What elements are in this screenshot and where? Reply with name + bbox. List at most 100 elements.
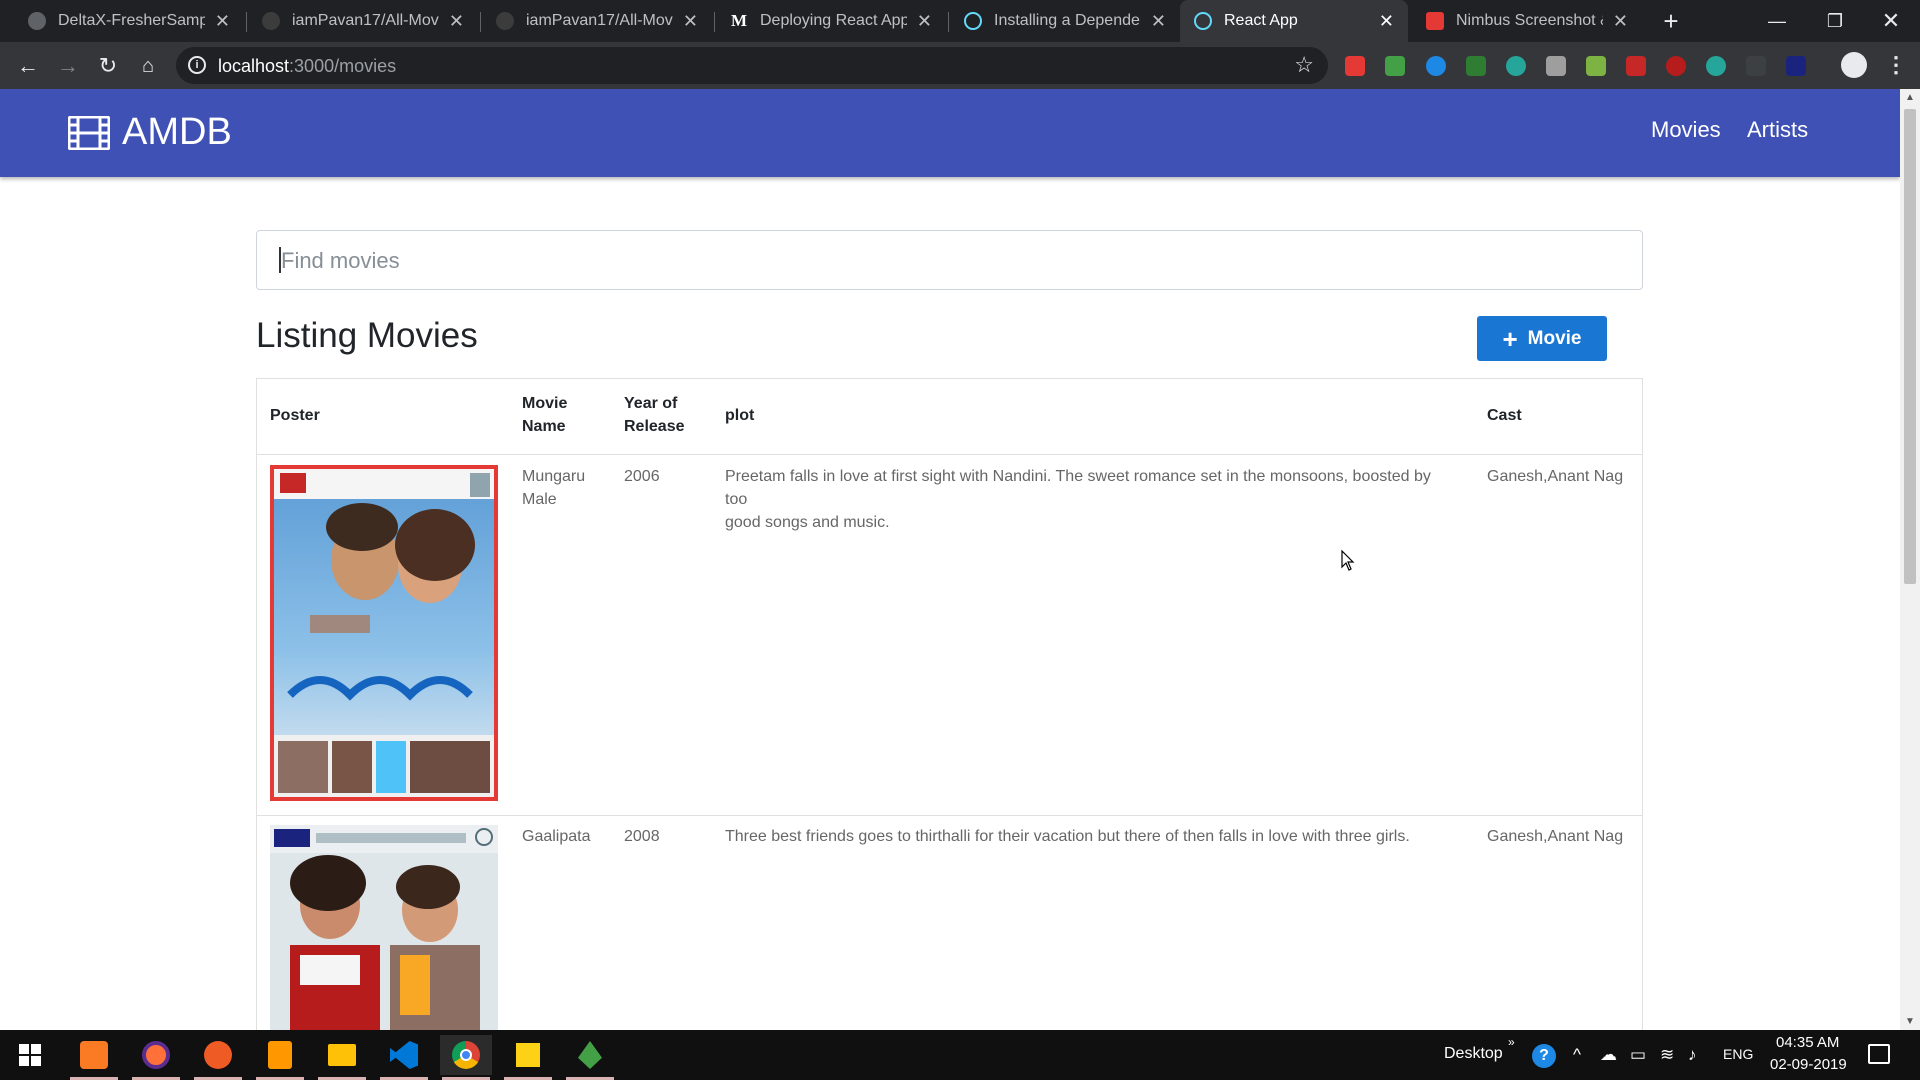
scrollbar-thumb[interactable]	[1904, 109, 1916, 584]
extension-icon[interactable]	[1546, 56, 1566, 76]
home-button[interactable]: ⌂	[132, 50, 164, 82]
header-poster: Poster	[270, 407, 320, 424]
forward-button[interactable]: →	[52, 50, 84, 82]
info-icon[interactable]: i	[188, 56, 206, 74]
sticky-notes-app[interactable]	[502, 1035, 554, 1080]
header-plot: plot	[725, 407, 755, 424]
extension-icon[interactable]	[1666, 56, 1686, 76]
close-icon[interactable]: ✕	[683, 11, 698, 32]
url-path: :3000/movies	[289, 56, 397, 76]
action-center-icon[interactable]	[1868, 1044, 1890, 1064]
sublime-icon	[268, 1041, 292, 1069]
nav-artists-link[interactable]: Artists	[1747, 117, 1808, 143]
close-icon[interactable]: ✕	[917, 11, 932, 32]
tab-title: Installing a Dependenc	[994, 12, 1141, 29]
movie-cast: Ganesh,Anant Nag	[1487, 828, 1624, 845]
add-movie-button[interactable]: + Movie	[1477, 316, 1607, 361]
vscode-app[interactable]	[378, 1035, 430, 1080]
tab-title: iamPavan17/All-Movie	[292, 12, 439, 29]
extension-icon[interactable]	[1626, 56, 1646, 76]
file-explorer-app[interactable]	[316, 1035, 368, 1080]
reload-button[interactable]: ↻	[92, 50, 124, 82]
help-icon[interactable]: ?	[1532, 1044, 1556, 1068]
browser-tab-active[interactable]: React App ✕	[1180, 0, 1408, 42]
extension-icon[interactable]	[1385, 56, 1405, 76]
close-icon[interactable]: ✕	[1379, 11, 1394, 32]
browser-tab[interactable]: iamPavan17/All-Movie ✕	[248, 0, 478, 42]
movie-plot: Preetam falls in love at first sight wit…	[725, 465, 1455, 534]
xampp-app[interactable]	[68, 1035, 120, 1080]
plot-line: Preetam falls in love at first sight wit…	[725, 468, 1431, 508]
chevron-up-icon[interactable]: ^	[1573, 1045, 1581, 1065]
volume-icon[interactable]: ♪	[1688, 1045, 1697, 1065]
tab-title: iamPavan17/All-Movie	[526, 12, 673, 29]
input-language[interactable]: ENG	[1723, 1046, 1753, 1062]
back-button[interactable]: ←	[12, 50, 44, 82]
close-icon[interactable]: ✕	[215, 11, 230, 32]
extension-icon[interactable]	[1586, 56, 1606, 76]
page-scrollbar[interactable]: ▲ ▼	[1900, 89, 1920, 1030]
search-input[interactable]: Find movies	[256, 230, 1643, 290]
restore-button[interactable]: ❐	[1806, 0, 1864, 42]
nav-movies-link[interactable]: Movies	[1651, 117, 1721, 143]
firefox-icon	[142, 1041, 170, 1069]
chrome-app[interactable]	[440, 1035, 492, 1080]
nimbus-app[interactable]	[564, 1035, 616, 1080]
clock-time[interactable]: 04:35 AM	[1776, 1034, 1839, 1051]
github-icon	[262, 12, 280, 30]
browser-tab[interactable]: Nimbus Screenshot & ✕	[1412, 0, 1642, 42]
github-icon	[28, 12, 46, 30]
windows-taskbar: Desktop » ? ^ ☁ ▭ ≋ ♪ ENG 04:35 AM 02-09…	[0, 1030, 1920, 1080]
battery-icon[interactable]: ▭	[1630, 1045, 1646, 1065]
page-title: Listing Movies	[256, 316, 478, 355]
bookmark-star-icon[interactable]: ☆	[1294, 52, 1314, 78]
header-line: Name	[522, 418, 566, 435]
desktop-toolbar-label[interactable]: Desktop	[1444, 1045, 1503, 1063]
close-icon[interactable]: ✕	[1151, 11, 1166, 32]
extension-icon[interactable]	[1506, 56, 1526, 76]
postman-app[interactable]	[192, 1035, 244, 1080]
movie-year: 2008	[624, 828, 660, 845]
extension-icon[interactable]	[1786, 56, 1806, 76]
tab-title: DeltaX-FresherSample	[58, 12, 205, 29]
extension-icon[interactable]	[1466, 56, 1486, 76]
profile-avatar[interactable]	[1841, 52, 1867, 78]
url-text[interactable]: localhost:3000/movies	[218, 56, 396, 77]
browser-tab[interactable]: M Deploying React Apps ✕	[716, 0, 946, 42]
close-icon[interactable]: ✕	[1613, 11, 1628, 32]
movie-name: Gaalipata	[522, 828, 591, 845]
start-button[interactable]	[4, 1035, 56, 1075]
clock-date[interactable]: 02-09-2019	[1770, 1056, 1847, 1073]
browser-tab[interactable]: iamPavan17/All-Movie ✕	[482, 0, 712, 42]
poster-image	[270, 465, 498, 801]
firefox-app[interactable]	[130, 1035, 182, 1080]
extension-icon[interactable]	[1706, 56, 1726, 76]
browser-tab[interactable]: DeltaX-FresherSample ✕	[14, 0, 244, 42]
wifi-icon[interactable]: ≋	[1660, 1045, 1674, 1065]
browser-tab[interactable]: Installing a Dependenc ✕	[950, 0, 1180, 42]
chevron-right-icon[interactable]: »	[1508, 1035, 1515, 1049]
movie-cast: Ganesh,Anant Nag	[1487, 468, 1624, 485]
download-icon[interactable]	[1746, 56, 1766, 76]
scroll-up-arrow-icon[interactable]: ▲	[1905, 92, 1915, 103]
close-icon[interactable]: ✕	[449, 11, 464, 32]
row-divider	[257, 815, 1642, 816]
react-icon	[964, 12, 982, 30]
browser-toolbar: ← → ↻ ⌂ i localhost:3000/movies ☆ ⋮	[0, 42, 1920, 89]
onedrive-icon[interactable]: ☁	[1600, 1045, 1617, 1065]
minimize-button[interactable]: —	[1748, 0, 1806, 42]
windows-logo-icon	[19, 1044, 41, 1066]
mouse-cursor-icon	[1341, 550, 1355, 571]
browser-menu-icon[interactable]: ⋮	[1885, 52, 1907, 78]
window-close-button[interactable]: ✕	[1862, 0, 1920, 42]
vscode-icon	[390, 1041, 418, 1069]
sublime-app[interactable]	[254, 1035, 306, 1080]
brand[interactable]: AMDB	[68, 111, 232, 154]
address-bar[interactable]: i localhost:3000/movies ☆	[176, 47, 1328, 84]
scroll-down-arrow-icon[interactable]: ▼	[1905, 1016, 1915, 1027]
new-tab-button[interactable]: +	[1656, 6, 1686, 36]
folder-icon	[328, 1044, 356, 1066]
extension-icon[interactable]	[1345, 56, 1365, 76]
extension-icon[interactable]	[1426, 56, 1446, 76]
search-placeholder: Find movies	[281, 248, 400, 273]
